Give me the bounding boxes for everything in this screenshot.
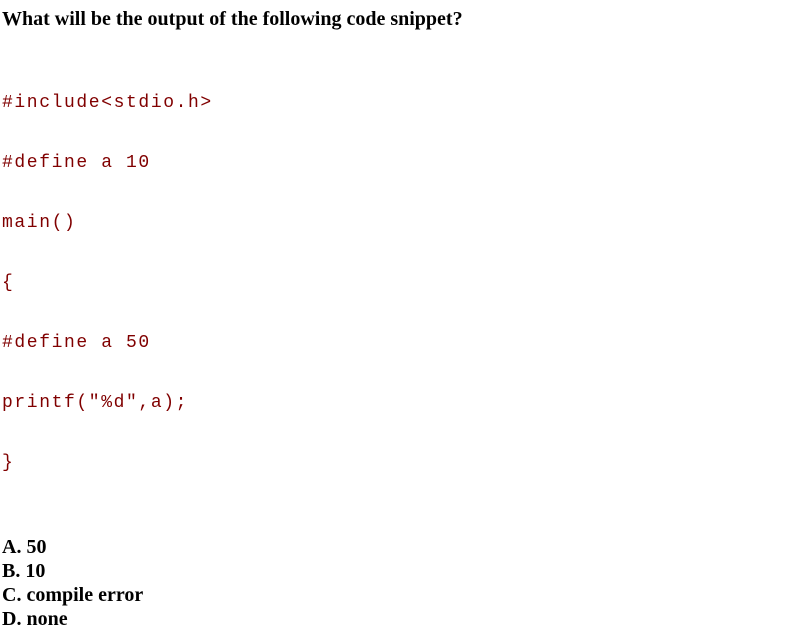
option-a: A. 50 — [2, 536, 47, 558]
code-snippet: #include<stdio.h> #define a 10 main() { … — [2, 53, 782, 513]
code-line: #define a 10 — [2, 153, 151, 173]
answer-options: A. 50 B. 10 C. compile error D. none — [2, 535, 782, 631]
code-line: main() — [2, 213, 77, 233]
code-line: #include<stdio.h> — [2, 93, 213, 113]
question-text: What will be the output of the following… — [2, 8, 463, 30]
option-d: D. none — [2, 608, 68, 630]
code-line: #define a 50 — [2, 333, 151, 353]
code-line: printf("%d",a); — [2, 393, 189, 413]
option-b: B. 10 — [2, 560, 46, 582]
quiz-page: What will be the output of the following… — [2, 7, 782, 631]
code-line: { — [2, 273, 15, 293]
code-line: } — [2, 453, 15, 473]
option-c: C. compile error — [2, 584, 144, 606]
